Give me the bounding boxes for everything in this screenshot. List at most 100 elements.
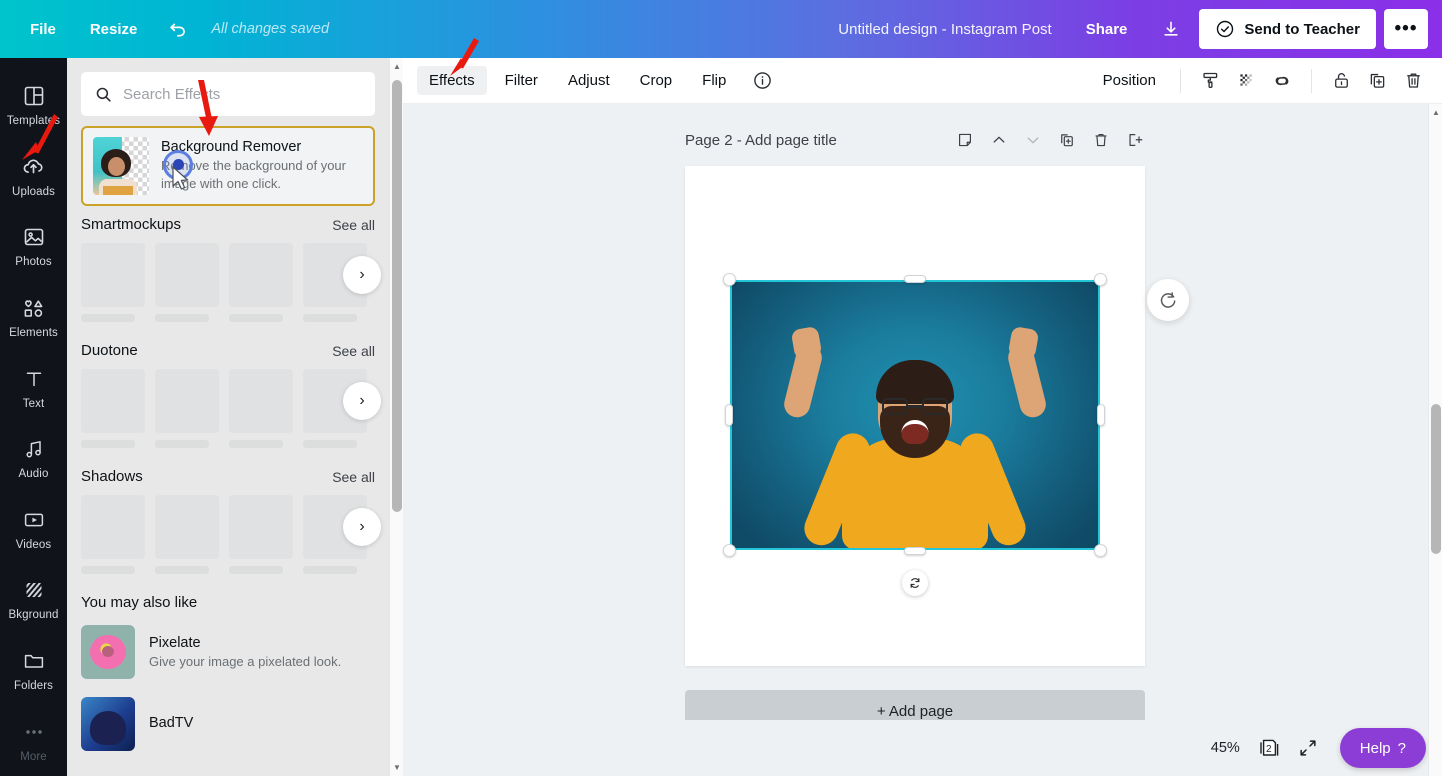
sidebar-item-elements[interactable]: Elements: [0, 282, 67, 353]
design-title[interactable]: Untitled design - Instagram Post: [838, 21, 1051, 38]
selected-image-frame[interactable]: [723, 273, 1107, 596]
transparency-checker-icon[interactable]: [1229, 64, 1263, 98]
you-may-also-like-title: You may also like: [81, 594, 198, 611]
see-all-duotone[interactable]: See all: [332, 343, 375, 359]
tab-effects[interactable]: Effects: [417, 66, 487, 95]
file-menu-button[interactable]: File: [16, 13, 70, 46]
help-label: Help: [1359, 739, 1391, 757]
tab-filter[interactable]: Filter: [493, 66, 550, 95]
pixelate-text: Pixelate Give your image a pixelated loo…: [149, 635, 375, 669]
download-button[interactable]: [1151, 10, 1191, 48]
see-all-shadows[interactable]: See all: [332, 469, 375, 485]
undo-button[interactable]: [157, 10, 199, 48]
sidebar-item-text[interactable]: Text: [0, 352, 67, 423]
tile-item[interactable]: [155, 495, 219, 574]
sidebar-item-folders[interactable]: Folders: [0, 635, 67, 706]
tile-item[interactable]: [155, 369, 219, 448]
export-page-icon[interactable]: [1125, 130, 1145, 150]
resize-button[interactable]: Resize: [76, 13, 152, 46]
link-icon[interactable]: [1265, 64, 1299, 98]
tile-item[interactable]: [81, 495, 145, 574]
resize-handle-top-left[interactable]: [723, 273, 736, 286]
page-count-button[interactable]: 2: [1256, 736, 1282, 760]
toolbar-divider: [1180, 68, 1181, 93]
sidebar-label-photos: Photos: [15, 256, 52, 269]
cloud-upload-icon: [21, 154, 46, 180]
tile-item[interactable]: [229, 495, 293, 574]
canvas-scrollbar[interactable]: ▲: [1428, 104, 1442, 776]
tile-item[interactable]: [81, 243, 145, 322]
move-up-icon[interactable]: [989, 130, 1009, 150]
copy-style-roller-icon[interactable]: [1193, 64, 1227, 98]
search-input[interactable]: Search Effects: [81, 72, 375, 116]
see-all-smartmockups[interactable]: See all: [332, 217, 375, 233]
share-button[interactable]: Share: [1070, 12, 1144, 47]
tab-flip[interactable]: Flip: [690, 66, 738, 95]
canvas-scroll-up-arrow[interactable]: ▲: [1432, 108, 1440, 117]
chevron-right-icon[interactable]: ›: [343, 256, 381, 294]
position-button[interactable]: Position: [1091, 65, 1168, 96]
background-remover-card[interactable]: Background Remover Remove the background…: [81, 126, 375, 206]
section-shadows: Shadows See all ›: [67, 448, 389, 574]
tile-item[interactable]: [155, 243, 219, 322]
resize-handle-top-right[interactable]: [1094, 273, 1107, 286]
sidebar-label-audio: Audio: [18, 468, 49, 481]
templates-grid-icon: [22, 83, 46, 109]
search-area: Search Effects: [67, 58, 389, 124]
chevron-right-icon[interactable]: ›: [343, 382, 381, 420]
duplicate-icon[interactable]: [1360, 64, 1394, 98]
trash-icon[interactable]: [1396, 64, 1430, 98]
chevron-right-icon[interactable]: ›: [343, 508, 381, 546]
list-item-badtv[interactable]: BadTV: [81, 697, 375, 751]
design-canvas-area[interactable]: Page 2 - Add page title + Add page: [403, 104, 1442, 776]
lock-open-icon[interactable]: [1324, 64, 1358, 98]
sidebar-item-more[interactable]: More: [0, 705, 67, 776]
sidebar-label-templates: Templates: [6, 115, 61, 128]
video-play-icon: [22, 507, 46, 533]
duplicate-page-icon[interactable]: [1057, 130, 1077, 150]
list-item-pixelate[interactable]: Pixelate Give your image a pixelated loo…: [81, 625, 375, 679]
background-remover-title: Background Remover: [161, 139, 302, 156]
panel-scrollbar[interactable]: ▲ ▼: [389, 58, 403, 776]
sidebar-item-uploads[interactable]: Uploads: [0, 141, 67, 212]
panel-scrollbar-thumb[interactable]: [392, 80, 402, 512]
page-count-value: 2: [1266, 743, 1272, 755]
canvas-scrollbar-thumb[interactable]: [1431, 404, 1441, 554]
scroll-up-arrow[interactable]: ▲: [393, 62, 401, 71]
scroll-down-arrow[interactable]: ▼: [393, 763, 401, 772]
move-down-icon[interactable]: [1023, 130, 1043, 150]
more-options-button[interactable]: •••: [1384, 9, 1428, 49]
tile-item[interactable]: [229, 369, 293, 448]
sidebar-item-audio[interactable]: Audio: [0, 423, 67, 494]
tile-item[interactable]: [81, 369, 145, 448]
notes-icon[interactable]: [955, 130, 975, 150]
cheering-bearded-man-photo[interactable]: [730, 280, 1100, 550]
info-circle-icon[interactable]: [752, 70, 773, 91]
resize-handle-bottom-left[interactable]: [723, 544, 736, 557]
delete-page-icon[interactable]: [1091, 130, 1111, 150]
resize-handle-left[interactable]: [725, 404, 733, 426]
effects-panel-content: Search Effects Background Remover Remove…: [67, 58, 389, 776]
rotate-handle[interactable]: [902, 570, 928, 596]
resize-handle-bottom-right[interactable]: [1094, 544, 1107, 557]
sidebar-item-photos[interactable]: Photos: [0, 211, 67, 282]
resize-handle-bottom[interactable]: [904, 547, 926, 555]
sidebar-label-uploads: Uploads: [12, 185, 55, 198]
tile-item[interactable]: [229, 243, 293, 322]
save-status-text: All changes saved: [211, 21, 330, 37]
tab-crop[interactable]: Crop: [628, 66, 685, 95]
rotate-add-fab-button[interactable]: [1147, 279, 1189, 321]
page-title[interactable]: Page 2 - Add page title: [685, 132, 837, 149]
sidebar-item-templates[interactable]: Templates: [0, 70, 67, 141]
sidebar-label-background: Bkground: [8, 609, 59, 622]
sidebar-item-background[interactable]: Bkground: [0, 564, 67, 635]
resize-handle-right[interactable]: [1097, 404, 1105, 426]
sidebar-item-videos[interactable]: Videos: [0, 494, 67, 565]
tab-adjust[interactable]: Adjust: [556, 66, 622, 95]
expand-arrows-icon[interactable]: [1298, 738, 1318, 758]
send-to-teacher-button[interactable]: Send to Teacher: [1199, 9, 1376, 49]
shapes-elements-icon: [21, 295, 46, 321]
zoom-level-label[interactable]: 45%: [1211, 740, 1240, 756]
resize-handle-top[interactable]: [904, 275, 926, 283]
help-button[interactable]: Help ?: [1339, 728, 1426, 768]
